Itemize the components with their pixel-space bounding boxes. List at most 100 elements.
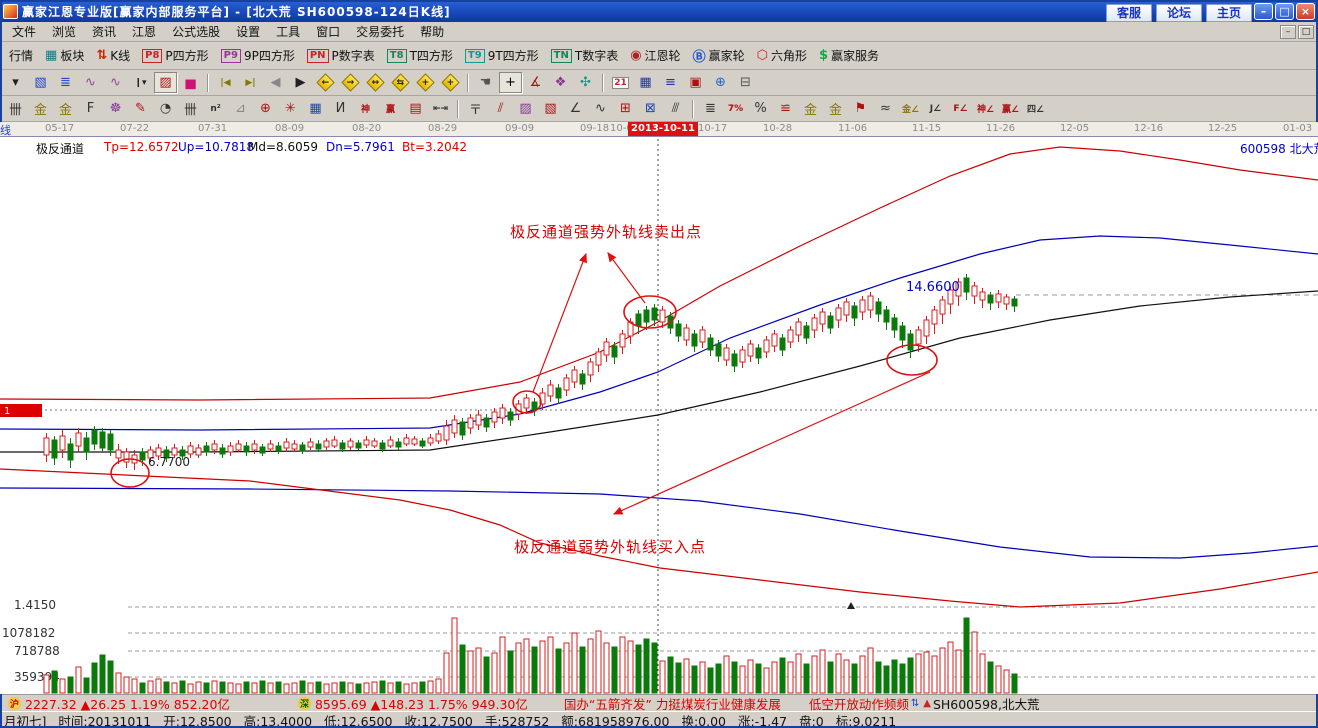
percent-7-icon[interactable]: 7% bbox=[724, 98, 747, 119]
circle-cross-icon[interactable]: ⊕ bbox=[254, 98, 277, 119]
candle-style-icon[interactable]: ❙▾ bbox=[129, 72, 152, 93]
grid-red-icon[interactable]: ⊞ bbox=[614, 98, 637, 119]
t-square-button[interactable]: T8T四方形 bbox=[382, 45, 458, 67]
expand-all-icon[interactable]: + bbox=[414, 72, 437, 93]
gann-tool-green-icon[interactable]: ✣ bbox=[574, 72, 597, 93]
prev-bar-icon[interactable]: ◀ bbox=[264, 72, 287, 93]
calendar-icon[interactable]: 21 bbox=[609, 72, 632, 93]
k-wave-icon[interactable]: И bbox=[329, 98, 352, 119]
zoom-left-icon[interactable]: ← bbox=[314, 72, 337, 93]
ruler2-icon[interactable]: 卌 bbox=[179, 98, 202, 119]
percent-icon[interactable]: % bbox=[749, 98, 772, 119]
notes-icon[interactable]: ≡ bbox=[659, 72, 682, 93]
fan-box-icon[interactable]: ▨ bbox=[514, 98, 537, 119]
drag-hand-icon[interactable]: ☚ bbox=[474, 72, 497, 93]
menu-item-3[interactable]: 资讯 bbox=[84, 22, 124, 41]
parallel-lines-icon[interactable]: ⫻ bbox=[664, 98, 687, 119]
kline-button[interactable]: ⇅K线 bbox=[91, 45, 135, 67]
compress-x-icon[interactable]: ⇆ bbox=[389, 72, 412, 93]
menu-item-8[interactable]: 窗口 bbox=[308, 22, 348, 41]
p-number-table-button[interactable]: PNP数字表 bbox=[302, 45, 380, 67]
fan-box2-icon[interactable]: ▧ bbox=[539, 98, 562, 119]
menu-item-10[interactable]: 帮助 bbox=[412, 22, 452, 41]
sectors-button[interactable]: ▦板块 bbox=[40, 45, 89, 67]
calculator-icon[interactable]: ▦ bbox=[634, 72, 657, 93]
wave-9-icon[interactable]: ∿ bbox=[104, 72, 127, 93]
next-bar-icon[interactable]: ▶ bbox=[289, 72, 312, 93]
frame-tool-icon[interactable]: 〒 bbox=[464, 98, 487, 119]
web-mail-icon[interactable]: ⊕ bbox=[709, 72, 732, 93]
quotes-button[interactable]: 行情 bbox=[4, 45, 38, 67]
f-angle-icon[interactable]: F∠ bbox=[949, 98, 972, 119]
print-icon[interactable]: ⊟ bbox=[734, 72, 757, 93]
menu-item-1[interactable]: 文件 bbox=[4, 22, 44, 41]
compress-all-icon[interactable]: + bbox=[439, 72, 462, 93]
menu-item-4[interactable]: 江恩 bbox=[124, 22, 164, 41]
info-panel-icon[interactable]: ≣ bbox=[54, 72, 77, 93]
time-circle-icon[interactable]: ◔ bbox=[154, 98, 177, 119]
win-angle-icon[interactable]: 赢∠ bbox=[999, 98, 1022, 119]
dropdown-caret-icon[interactable]: ▾ bbox=[4, 72, 27, 93]
wave-channel-icon[interactable]: ≈ bbox=[874, 98, 897, 119]
zigzag-icon[interactable]: ∿ bbox=[589, 98, 612, 119]
shen-angle-icon[interactable]: 神∠ bbox=[974, 98, 997, 119]
t9-square-button[interactable]: T99T四方形 bbox=[460, 45, 544, 67]
close-button[interactable]: × bbox=[1296, 3, 1315, 20]
zoom-right-icon[interactable]: → bbox=[339, 72, 362, 93]
gold-ratio-icon[interactable]: 金 bbox=[29, 98, 52, 119]
title-quick-button-1[interactable]: 客服 bbox=[1106, 4, 1152, 22]
n-square-icon[interactable]: n² bbox=[204, 98, 227, 119]
title-quick-button-3[interactable]: 主页 bbox=[1206, 4, 1252, 22]
p9-square-button[interactable]: P99P四方形 bbox=[216, 45, 300, 67]
ladder-table-icon[interactable]: ≣ bbox=[699, 98, 722, 119]
gann-wheel-button[interactable]: ◉江恩轮 bbox=[625, 45, 685, 67]
gold-circle-icon[interactable]: 金 bbox=[799, 98, 822, 119]
gann-tool-purple-icon[interactable]: ❖ bbox=[549, 72, 572, 93]
menu-item-7[interactable]: 工具 bbox=[268, 22, 308, 41]
menu-item-5[interactable]: 公式选股 bbox=[164, 22, 228, 41]
grid-web-icon[interactable]: ▦ bbox=[304, 98, 327, 119]
wave-3-icon[interactable]: ∿ bbox=[79, 72, 102, 93]
ruler-123-icon[interactable]: ▤ bbox=[404, 98, 427, 119]
p-square-button[interactable]: P8P四方形 bbox=[137, 45, 214, 67]
star-rays-icon[interactable]: ✳ bbox=[279, 98, 302, 119]
trend-window-icon[interactable]: ▧ bbox=[29, 72, 52, 93]
grid-blue-icon[interactable]: ⊠ bbox=[639, 98, 662, 119]
gold-ratio2-icon[interactable]: 金 bbox=[54, 98, 77, 119]
flag-pen-icon[interactable]: ⚑ bbox=[849, 98, 872, 119]
winner-service-button[interactable]: $赢家服务 bbox=[814, 45, 884, 67]
four-angle-icon[interactable]: 四∠ bbox=[1024, 98, 1047, 119]
app-icon[interactable] bbox=[3, 4, 18, 19]
active-chart-icon[interactable]: ▨ bbox=[154, 72, 177, 93]
winner-wheel-button[interactable]: Ⓑ赢家轮 bbox=[688, 45, 750, 67]
fibonacci-icon[interactable]: F bbox=[79, 98, 102, 119]
pen-tool-icon[interactable]: ✎ bbox=[129, 98, 152, 119]
crosshair-icon[interactable]: + bbox=[499, 72, 522, 93]
angle-line-icon[interactable]: ∠ bbox=[564, 98, 587, 119]
minimize-button[interactable]: – bbox=[1254, 3, 1273, 20]
menu-item-6[interactable]: 设置 bbox=[228, 22, 268, 41]
mdi-restore-button[interactable]: □ bbox=[1298, 25, 1314, 39]
menu-item-2[interactable]: 浏览 bbox=[44, 22, 84, 41]
gold-angle-icon[interactable]: 金∠ bbox=[899, 98, 922, 119]
chart-canvas[interactable]: 1.415010781827187883593946.770014.6600极反… bbox=[0, 137, 1318, 694]
last-bar-icon[interactable]: ▶| bbox=[239, 72, 262, 93]
angle-measure-icon[interactable]: ∡ bbox=[524, 72, 547, 93]
span-arrows-icon[interactable]: ⇤⇥ bbox=[429, 98, 452, 119]
mdi-minimize-button[interactable]: – bbox=[1280, 25, 1296, 39]
maximize-button[interactable]: □ bbox=[1275, 3, 1294, 20]
gann-ruler-icon[interactable]: 卌 bbox=[4, 98, 27, 119]
fan-lines-icon[interactable]: ⫽ bbox=[489, 98, 512, 119]
title-quick-button-2[interactable]: 论坛 bbox=[1156, 4, 1202, 22]
save-icon[interactable]: ▣ bbox=[684, 72, 707, 93]
histogram-icon[interactable]: ▅ bbox=[179, 72, 202, 93]
mirror-angle-icon[interactable]: ⊿ bbox=[229, 98, 252, 119]
percent-line-icon[interactable]: ≌ bbox=[774, 98, 797, 119]
hexagon-button[interactable]: ⬡六角形 bbox=[752, 45, 812, 67]
t-number-table-button[interactable]: TNT数字表 bbox=[546, 45, 624, 67]
gold-line-icon[interactable]: 金 bbox=[824, 98, 847, 119]
shen-tool-icon[interactable]: 神 bbox=[354, 98, 377, 119]
win-tool-icon[interactable]: 赢 bbox=[379, 98, 402, 119]
j-angle-icon[interactable]: J∠ bbox=[924, 98, 947, 119]
spiral-icon[interactable]: ☸ bbox=[104, 98, 127, 119]
